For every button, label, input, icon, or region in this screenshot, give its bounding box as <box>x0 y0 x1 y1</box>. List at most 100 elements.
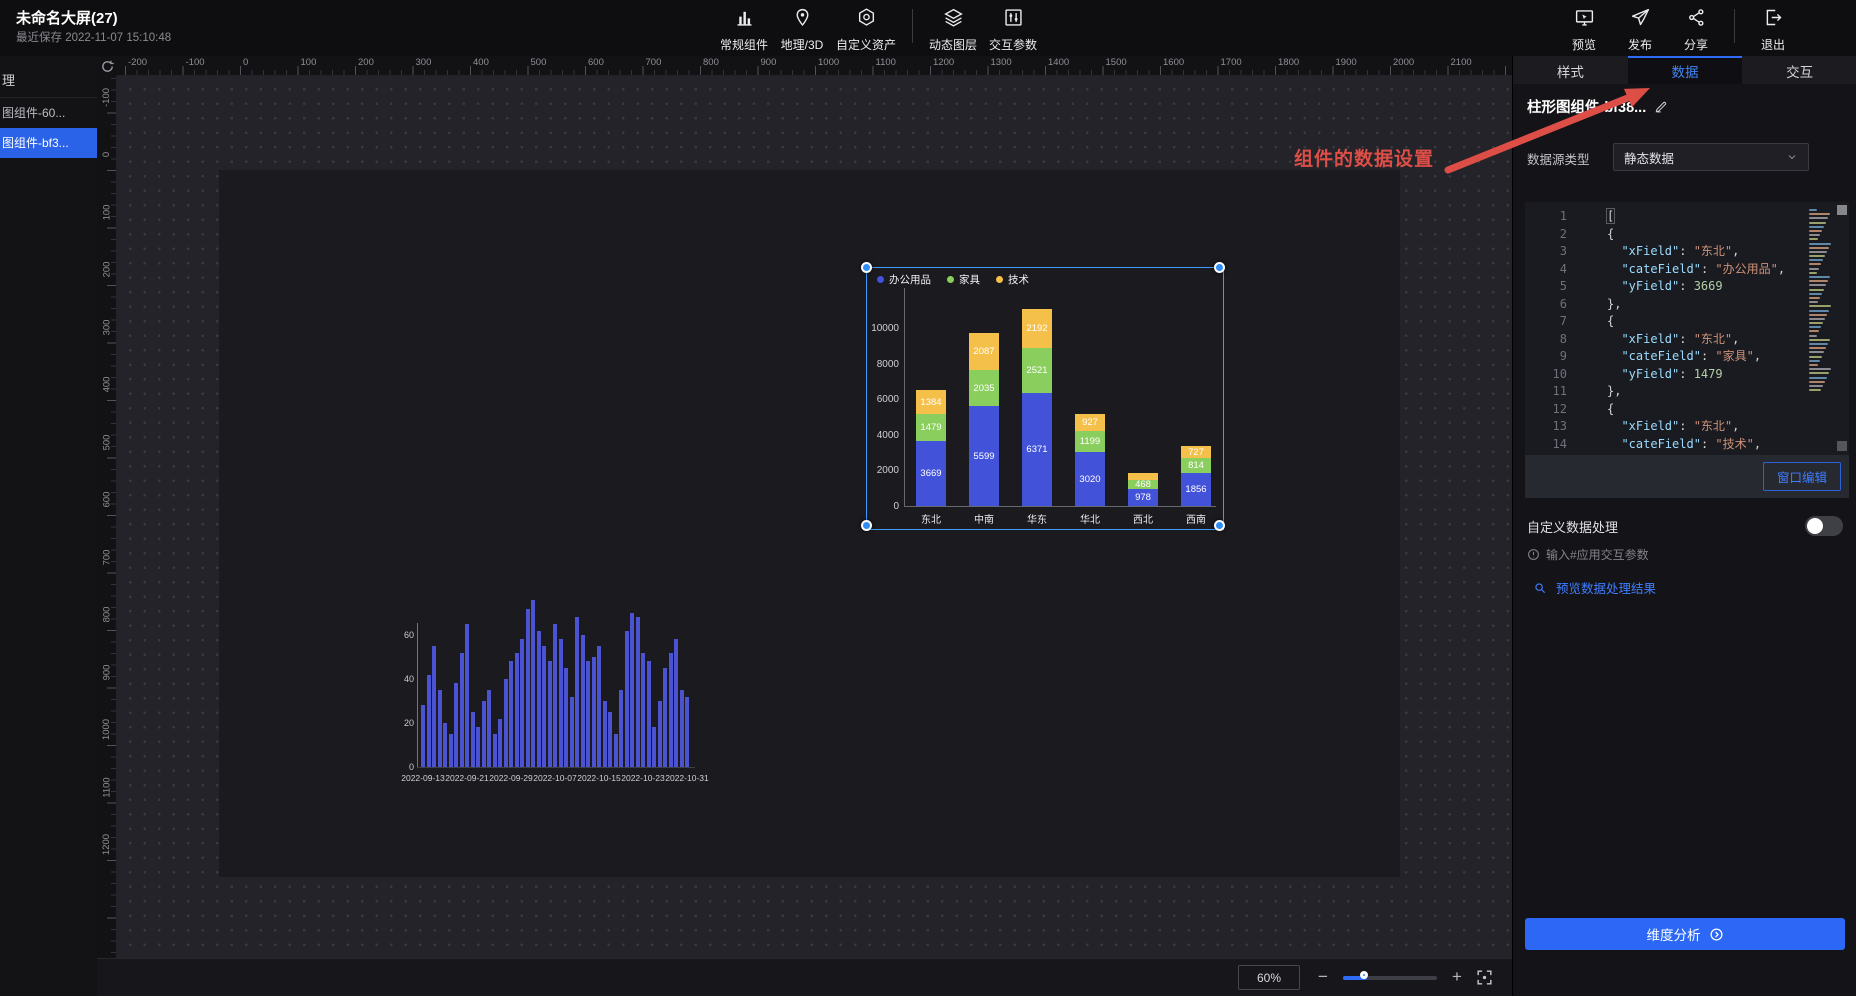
annotation-text: 组件的数据设置 <box>1294 144 1434 171</box>
layer-item-1[interactable]: 图组件-bf3... <box>0 128 97 158</box>
minimap-line <box>1809 213 1830 215</box>
selection-handle[interactable] <box>1214 262 1225 273</box>
component-name: 柱形图组件-bf38... <box>1527 96 1646 117</box>
minimap-line <box>1809 243 1831 245</box>
tool-geo-3d[interactable]: 地理/3D <box>774 5 830 55</box>
trend-bar-chart-component[interactable]: 60402002022-09-132022-09-212022-09-29202… <box>400 595 700 795</box>
zoom-percentage-input[interactable]: 60% <box>1238 965 1300 990</box>
minimap-line <box>1809 339 1830 341</box>
ruler-v-label: 800 <box>97 600 117 630</box>
code-line: 8 "xField": "东北", <box>1525 331 1849 349</box>
scrollbar-thumb-bottom[interactable] <box>1837 441 1847 451</box>
tool-dynamic-layers[interactable]: 动态图层 <box>923 5 983 55</box>
horizontal-ruler: -200-10001002003004005006007008009001000… <box>97 56 1512 76</box>
action-publish[interactable]: 发布 <box>1612 5 1668 55</box>
minimap-line <box>1809 305 1831 307</box>
minimap-line <box>1809 263 1821 265</box>
code-content: "yField": 1479 <box>1581 366 1723 384</box>
ruler-v-label: 0 <box>97 140 117 170</box>
legend-label: 家具 <box>959 272 980 287</box>
trend-bar <box>443 723 447 767</box>
tool-standard-components-label: 常规组件 <box>720 36 768 53</box>
tool-custom-assets[interactable]: 自定义资产 <box>830 5 902 55</box>
canvas-bottom-bar: 60% − + <box>97 958 1512 996</box>
tool-standard-components[interactable]: 常规组件 <box>714 5 774 55</box>
ruler-v-label: 600 <box>97 485 117 515</box>
y-tick-label: 6000 <box>869 394 899 405</box>
code-content: { <box>1581 313 1614 331</box>
trend-bar <box>658 701 662 767</box>
selection-handle[interactable] <box>861 520 872 531</box>
action-exit[interactable]: 退出 <box>1745 5 1801 55</box>
trend-bar <box>476 727 480 767</box>
dimension-analysis-button[interactable]: 维度分析 <box>1525 918 1845 950</box>
action-preview[interactable]: 预览 <box>1556 5 1612 55</box>
zoom-slider[interactable] <box>1343 976 1437 980</box>
trend-bar <box>636 617 640 767</box>
ruler-v-label: 900 <box>97 657 117 687</box>
layer-item-0[interactable]: 图组件-60... <box>0 98 97 128</box>
ruler-h-label: 300 <box>416 57 432 68</box>
ruler-h-label: 1400 <box>1048 57 1069 68</box>
zoom-out-button[interactable]: − <box>1311 963 1335 991</box>
minimap-line <box>1809 360 1820 362</box>
zoom-in-button[interactable]: + <box>1445 963 1469 991</box>
action-share[interactable]: 分享 <box>1668 5 1724 55</box>
refresh-icon[interactable] <box>100 59 115 74</box>
selection-handle[interactable] <box>861 262 872 273</box>
tab-交互[interactable]: 交互 <box>1742 56 1856 84</box>
tab-样式[interactable]: 样式 <box>1513 56 1628 84</box>
hint-text: 输入#应用交互参数 <box>1546 546 1649 563</box>
trend-bar <box>531 600 535 767</box>
minimap-line <box>1809 293 1822 295</box>
trend-bar <box>471 712 475 767</box>
dimension-analysis-label: 维度分析 <box>1647 924 1701 944</box>
window-edit-button[interactable]: 窗口编辑 <box>1763 462 1841 491</box>
bar-segment: 2192 <box>1022 309 1052 348</box>
trend-y-tick: 60 <box>400 630 414 640</box>
toolbar-divider <box>912 9 913 43</box>
edit-pencil-icon[interactable] <box>1654 100 1668 114</box>
trend-bar <box>498 719 502 767</box>
bar-segment: 978 <box>1128 489 1158 506</box>
preview-result-link[interactable]: 预览数据处理结果 <box>1533 578 1656 597</box>
ruler-h-label: -100 <box>186 57 205 68</box>
legend-item: 办公用品 <box>877 272 931 287</box>
trend-bar <box>548 661 552 767</box>
code-content: { <box>1581 226 1614 244</box>
trend-bar <box>421 705 425 767</box>
ruler-v-label: 100 <box>97 197 117 227</box>
json-code-editor[interactable]: 1[2{3 "xField": "东北",4 "cateField": "办公用… <box>1525 202 1849 455</box>
ruler-h-label: 1200 <box>933 57 954 68</box>
trend-bar <box>608 712 612 767</box>
trend-bar <box>647 661 651 767</box>
scrollbar-thumb[interactable] <box>1837 205 1847 215</box>
tool-interaction-params[interactable]: 交互参数 <box>983 5 1043 55</box>
ruler-h-label: 100 <box>301 57 317 68</box>
legend-item: 技术 <box>996 272 1029 287</box>
trend-bar <box>619 690 623 767</box>
code-line: 10 "yField": 1479 <box>1525 366 1849 384</box>
tab-数据[interactable]: 数据 <box>1628 56 1743 84</box>
custom-processing-toggle[interactable] <box>1805 516 1843 536</box>
zoom-slider-knob[interactable] <box>1360 971 1368 979</box>
toolbar-component-tools: 常规组件地理/3D 自定义资产 动态图层交互参数 <box>714 5 1043 55</box>
ruler-v-label: 500 <box>97 427 117 457</box>
legend-label: 技术 <box>1008 272 1029 287</box>
datasource-type-select[interactable]: 静态数据 <box>1613 143 1809 171</box>
trend-bar <box>460 653 464 767</box>
ruler-v-label: 1100 <box>97 772 117 802</box>
minimap-line <box>1809 343 1828 345</box>
ruler-h-label: 400 <box>473 57 489 68</box>
code-line: 13 "xField": "东北", <box>1525 418 1849 436</box>
map-pin-icon <box>792 7 813 33</box>
tool-custom-assets-label: 自定义资产 <box>836 36 896 53</box>
ruler-v-label: 700 <box>97 542 117 572</box>
ruler-h-label: 1100 <box>876 57 896 68</box>
stacked-bar-chart-component[interactable]: 办公用品家具技术 0200040006000800010000366914791… <box>866 267 1224 530</box>
minimap-line <box>1809 280 1828 282</box>
selection-handle[interactable] <box>1214 520 1225 531</box>
fit-screen-icon[interactable] <box>1475 968 1494 987</box>
code-line: 7{ <box>1525 313 1849 331</box>
line-number: 2 <box>1525 226 1581 244</box>
